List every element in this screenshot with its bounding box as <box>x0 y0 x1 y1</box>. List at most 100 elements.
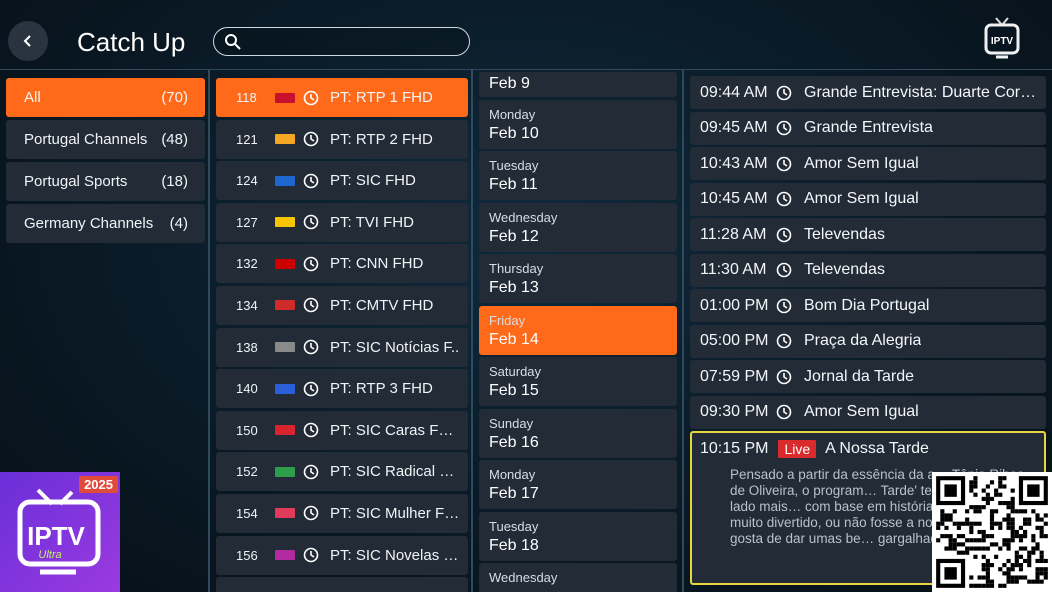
category-label: All <box>24 89 41 106</box>
program-item[interactable]: 10:43 AM Amor Sem Igual <box>690 147 1046 180</box>
channel-number: 132 <box>236 256 258 272</box>
date-item[interactable]: Feb 9 <box>479 72 677 97</box>
channel-item[interactable]: 134 PT: CMTV FHD <box>216 285 468 325</box>
category-count: (4) <box>169 215 188 232</box>
app-badge: 2025 IPTV Ultra <box>0 472 120 592</box>
category-item[interactable]: Portugal Sports (18) <box>6 162 205 201</box>
date-weekday: Saturday <box>489 364 542 379</box>
program-item[interactable]: 07:59 PM Jornal da Tarde <box>690 360 1046 393</box>
search-field[interactable] <box>213 27 470 56</box>
channel-item[interactable] <box>216 577 468 592</box>
channel-item[interactable]: 154 PT: SIC Mulher FHD <box>216 493 468 533</box>
category-item[interactable]: All (70) <box>6 78 205 117</box>
clock-icon <box>776 404 792 420</box>
category-label: Germany Channels <box>24 215 154 232</box>
page-title: Catch Up <box>77 27 186 57</box>
back-button[interactable] <box>8 21 48 61</box>
program-item[interactable]: 09:30 PM Amor Sem Igual <box>690 395 1046 429</box>
category-item[interactable]: Portugal Channels (48) <box>6 120 205 159</box>
date-weekday: Monday <box>489 467 536 482</box>
channel-name: PT: CNN FHD <box>330 255 424 273</box>
logo-text: IPTV <box>991 36 1014 47</box>
date-item[interactable]: Friday Feb 14 <box>479 305 677 355</box>
program-item[interactable]: 10:45 AM Amor Sem Igual <box>690 182 1046 216</box>
program-title: Jornal da Tarde <box>804 367 914 385</box>
program-time: 09:45 AM <box>700 119 768 136</box>
catchup-clock-icon <box>303 381 319 396</box>
date-item[interactable]: Wednesday <box>479 563 677 592</box>
badge-title: IPTV <box>27 521 85 551</box>
channel-item[interactable]: 118 PT: RTP 1 FHD <box>216 78 468 117</box>
catchup-clock-icon <box>303 131 319 147</box>
date-label: Feb 18 <box>489 536 539 554</box>
date-label: Feb 11 <box>489 176 538 193</box>
channel-number: 150 <box>236 422 258 438</box>
channel-name: PT: CMTV FHD <box>330 296 434 314</box>
column-divider <box>208 70 210 592</box>
qr-code <box>932 472 1052 592</box>
date-item[interactable]: Wednesday Feb 12 <box>479 202 677 252</box>
channel-name: PT: RTP 1 FHD <box>330 89 433 106</box>
channel-logo <box>275 466 295 477</box>
program-item[interactable]: 01:00 PM Bom Dia Portugal <box>690 289 1046 322</box>
program-item[interactable]: 09:44 AM Grande Entrevista: Duarte Cord… <box>690 76 1046 109</box>
catchup-clock-icon <box>303 547 319 563</box>
catchup-clock-icon <box>303 256 319 272</box>
program-title: Grande Entrevista: Duarte Cord… <box>804 83 1039 101</box>
channel-item[interactable]: 121 PT: RTP 2 FHD <box>216 119 468 159</box>
date-item[interactable]: Saturday Feb 15 <box>479 357 677 406</box>
channel-name: PT: SIC Caras FHD <box>330 421 460 439</box>
clock-icon <box>776 227 792 242</box>
channel-item[interactable]: 127 PT: TVI FHD <box>216 202 468 242</box>
date-item[interactable]: Monday Feb 10 <box>479 99 677 149</box>
channel-item[interactable]: 132 PT: CNN FHD <box>216 244 468 284</box>
channel-item[interactable]: 156 PT: SIC Novelas HD <box>216 535 468 575</box>
program-item[interactable]: 09:45 AM Grande Entrevista <box>690 111 1046 145</box>
date-list: Feb 9 Monday Feb 10 Tuesday Feb 11 Wednesday F… <box>479 72 677 592</box>
program-item[interactable]: 11:30 AM Televendas <box>690 253 1046 287</box>
date-weekday: Sunday <box>489 415 534 431</box>
channel-logo <box>275 550 295 561</box>
category-label: Portugal Channels <box>24 131 148 148</box>
program-time: 07:59 PM <box>700 367 769 385</box>
channel-logo <box>275 92 295 103</box>
program-item[interactable]: 05:00 PM Praça da Alegria <box>690 324 1046 358</box>
channel-item[interactable]: 140 PT: RTP 3 FHD <box>216 369 468 409</box>
tv-badge-icon: IPTV Ultra <box>17 488 101 575</box>
column-divider <box>682 70 684 592</box>
program-title: Grande Entrevista <box>804 119 933 136</box>
date-item[interactable]: Sunday Feb 16 <box>479 408 677 458</box>
channel-item[interactable]: 124 PT: SIC FHD <box>216 161 468 201</box>
category-item[interactable]: Germany Channels (4) <box>6 204 205 243</box>
channel-item[interactable]: 138 PT: SIC Notícias F.. <box>216 327 468 367</box>
program-time: 11:30 AM <box>700 261 767 278</box>
date-weekday: Wednesday <box>489 209 558 225</box>
channel-name: PT: RTP 3 FHD <box>330 380 433 398</box>
chevron-left-icon <box>23 35 31 47</box>
date-label: Feb 15 <box>489 382 539 399</box>
date-item[interactable]: Tuesday Feb 18 <box>479 511 677 561</box>
clock-icon <box>776 120 792 136</box>
column-divider <box>471 70 473 592</box>
qr-code-icon <box>936 476 1048 588</box>
date-item[interactable]: Monday Feb 17 <box>479 460 677 509</box>
date-label: Feb 14 <box>489 330 539 348</box>
program-title: Amor Sem Igual <box>804 403 919 420</box>
clock-icon <box>776 85 792 100</box>
date-item[interactable]: Thursday Feb 13 <box>479 254 677 303</box>
program-title: Amor Sem Igual <box>804 190 919 207</box>
date-item[interactable]: Tuesday Feb 11 <box>479 151 677 200</box>
program-time: 10:43 AM <box>700 154 768 172</box>
category-list: All (70) Portugal Channels (48) Portugal Spo… <box>6 78 205 246</box>
program-item[interactable]: 11:28 AM Televendas <box>690 218 1046 251</box>
date-label: Feb 17 <box>489 485 539 502</box>
program-time: 01:00 PM <box>700 296 769 314</box>
program-title: Bom Dia Portugal <box>804 296 930 314</box>
search-input[interactable] <box>248 31 458 51</box>
program-title: Amor Sem Igual <box>804 154 919 172</box>
clock-icon <box>776 262 792 278</box>
channel-item[interactable]: 152 PT: SIC Radical FHD <box>216 452 468 492</box>
channel-item[interactable]: 150 PT: SIC Caras FHD <box>216 410 468 450</box>
date-weekday: Thursday <box>489 261 544 276</box>
badge-sub: Ultra <box>38 549 61 561</box>
